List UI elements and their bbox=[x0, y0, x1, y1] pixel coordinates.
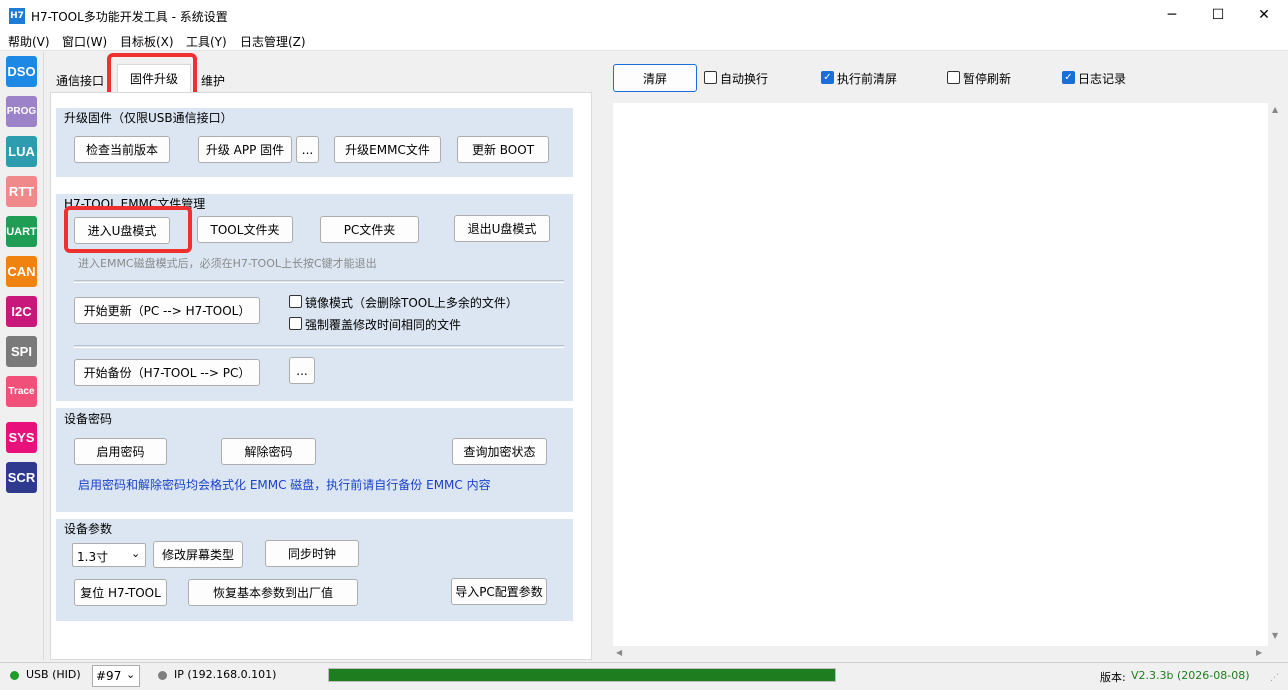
log-horizontal-scrollbar[interactable]: ◀ ▶ bbox=[613, 646, 1268, 660]
sidebar-scr[interactable]: SCR bbox=[6, 462, 37, 493]
resize-grip-icon[interactable]: ⋰ bbox=[1270, 673, 1279, 683]
enable-password-button[interactable]: 启用密码 bbox=[74, 438, 167, 465]
upgrade-group-title: 升级固件（仅限USB通信接口） bbox=[64, 111, 233, 125]
sync-clock-button[interactable]: 同步时钟 bbox=[265, 540, 359, 567]
modify-screen-button[interactable]: 修改屏幕类型 bbox=[153, 541, 243, 568]
pause-refresh-label: 暂停刷新 bbox=[963, 72, 1012, 86]
window-title: H7-TOOL多功能开发工具 - 系统设置 bbox=[31, 10, 228, 24]
clear-before-exec-checkbox[interactable]: ✓ bbox=[821, 71, 834, 84]
title-bar: H7 H7-TOOL多功能开发工具 - 系统设置 ─ ☐ ✕ bbox=[0, 0, 1288, 32]
log-vertical-scrollbar[interactable]: ▲ ▼ bbox=[1268, 103, 1285, 646]
auto-wrap-checkbox[interactable] bbox=[704, 71, 717, 84]
menu-bar: 帮助(V) 窗口(W) 目标板(X) 工具(Y) 日志管理(Z) bbox=[0, 32, 1288, 51]
menu-window[interactable]: 窗口(W) bbox=[62, 33, 107, 50]
query-encryption-button[interactable]: 查询加密状态 bbox=[452, 438, 547, 465]
port-select[interactable]: #97 ⌄ bbox=[92, 665, 140, 687]
disable-password-button[interactable]: 解除密码 bbox=[221, 438, 316, 465]
log-record-checkbox[interactable]: ✓ bbox=[1062, 71, 1075, 84]
scroll-up-icon[interactable]: ▲ bbox=[1272, 105, 1278, 114]
menu-tools[interactable]: 工具(Y) bbox=[186, 33, 227, 50]
password-warning-note: 启用密码和解除密码均会格式化 EMMC 磁盘，执行前请自行备份 EMMC 内容 bbox=[78, 478, 491, 492]
version-value: V2.3.3b (2026-08-08) bbox=[1131, 669, 1250, 682]
mirror-mode-checkbox[interactable] bbox=[289, 295, 302, 308]
scroll-down-icon[interactable]: ▼ bbox=[1272, 631, 1278, 640]
sidebar-prog[interactable]: PROG bbox=[6, 96, 37, 127]
scroll-right-icon[interactable]: ▶ bbox=[1256, 648, 1262, 657]
udisk-hint: 进入EMMC磁盘模式后，必须在H7-TOOL上长按C键才能退出 bbox=[78, 257, 377, 270]
sidebar-lua[interactable]: LUA bbox=[6, 136, 37, 167]
reset-tool-button[interactable]: 复位 H7-TOOL bbox=[74, 579, 167, 606]
maximize-button[interactable]: ☐ bbox=[1195, 0, 1241, 30]
menu-help[interactable]: 帮助(V) bbox=[8, 33, 50, 50]
tab-maintenance[interactable]: 维护 bbox=[196, 68, 230, 92]
minimize-button[interactable]: ─ bbox=[1149, 0, 1195, 30]
sidebar-trace[interactable]: Trace bbox=[6, 376, 37, 407]
screen-size-value: 1.3寸 bbox=[77, 550, 109, 564]
mirror-mode-label: 镜像模式（会删除TOOL上多余的文件） bbox=[305, 296, 518, 310]
usb-status-dot bbox=[10, 671, 19, 680]
pc-folder-button[interactable]: PC文件夹 bbox=[320, 216, 419, 243]
usb-status-label: USB (HID) bbox=[26, 668, 81, 681]
emmc-separator-1 bbox=[74, 280, 564, 283]
status-bar: USB (HID) #97 ⌄ IP (192.168.0.101) 版本: V… bbox=[0, 662, 1288, 690]
check-version-button[interactable]: 检查当前版本 bbox=[74, 136, 170, 163]
start-backup-button[interactable]: 开始备份（H7-TOOL --> PC） bbox=[74, 359, 260, 386]
upgrade-emmc-button[interactable]: 升级EMMC文件 bbox=[334, 136, 441, 163]
screen-size-select[interactable]: 1.3寸 ⌄ bbox=[72, 543, 146, 567]
sidebar-sys[interactable]: SYS bbox=[6, 422, 37, 453]
pause-refresh-checkbox[interactable] bbox=[947, 71, 960, 84]
ip-status-dot bbox=[158, 671, 167, 680]
menu-log-management[interactable]: 日志管理(Z) bbox=[240, 33, 306, 50]
port-value: #97 bbox=[96, 669, 122, 683]
progress-bar bbox=[328, 668, 836, 682]
chevron-down-icon: ⌄ bbox=[131, 547, 141, 560]
sidebar-uart[interactable]: UART bbox=[6, 216, 37, 247]
sidebar-spi[interactable]: SPI bbox=[6, 336, 37, 367]
menu-target-board[interactable]: 目标板(X) bbox=[120, 33, 174, 50]
exit-udisk-button[interactable]: 退出U盘模式 bbox=[454, 215, 550, 242]
force-overwrite-label: 强制覆盖修改时间相同的文件 bbox=[305, 318, 462, 332]
version-label: 版本: bbox=[1100, 671, 1126, 684]
browse-app-button[interactable]: ... bbox=[296, 136, 319, 163]
sidebar-rtt[interactable]: RTT bbox=[6, 176, 37, 207]
emmc-separator-2 bbox=[74, 345, 564, 348]
log-record-label: 日志记录 bbox=[1078, 72, 1127, 86]
upgrade-app-button[interactable]: 升级 APP 固件 bbox=[198, 136, 292, 163]
auto-wrap-label: 自动换行 bbox=[720, 72, 769, 86]
progress-fill bbox=[329, 669, 835, 681]
start-update-button[interactable]: 开始更新（PC --> H7-TOOL） bbox=[74, 297, 260, 324]
sidebar-dso[interactable]: DSO bbox=[6, 56, 37, 87]
tool-folder-button[interactable]: TOOL文件夹 bbox=[197, 216, 293, 243]
password-group-title: 设备密码 bbox=[64, 412, 113, 426]
params-group-title: 设备参数 bbox=[64, 522, 113, 536]
sidebar-i2c[interactable]: I2C bbox=[6, 296, 37, 327]
log-output-area[interactable] bbox=[613, 103, 1268, 646]
restore-defaults-button[interactable]: 恢复基本参数到出厂值 bbox=[188, 579, 358, 606]
ip-status-label: IP (192.168.0.101) bbox=[174, 668, 277, 681]
scroll-left-icon[interactable]: ◀ bbox=[616, 648, 622, 657]
tab-communication[interactable]: 通信接口 bbox=[52, 68, 108, 92]
chevron-down-icon: ⌄ bbox=[126, 668, 136, 681]
app-icon: H7 bbox=[9, 8, 25, 24]
sidebar-can[interactable]: CAN bbox=[6, 256, 37, 287]
import-pc-config-button[interactable]: 导入PC配置参数 bbox=[451, 578, 547, 605]
force-overwrite-checkbox[interactable] bbox=[289, 317, 302, 330]
clear-before-exec-label: 执行前清屏 bbox=[837, 72, 898, 86]
browse-backup-button[interactable]: ... bbox=[289, 357, 315, 384]
clear-screen-button[interactable]: 清屏 bbox=[613, 64, 697, 92]
highlight-box-udisk bbox=[64, 206, 192, 253]
update-boot-button[interactable]: 更新 BOOT bbox=[457, 136, 549, 163]
close-button[interactable]: ✕ bbox=[1241, 0, 1287, 30]
module-sidebar: DSO PROG LUA RTT UART CAN I2C SPI Trace … bbox=[0, 52, 44, 660]
